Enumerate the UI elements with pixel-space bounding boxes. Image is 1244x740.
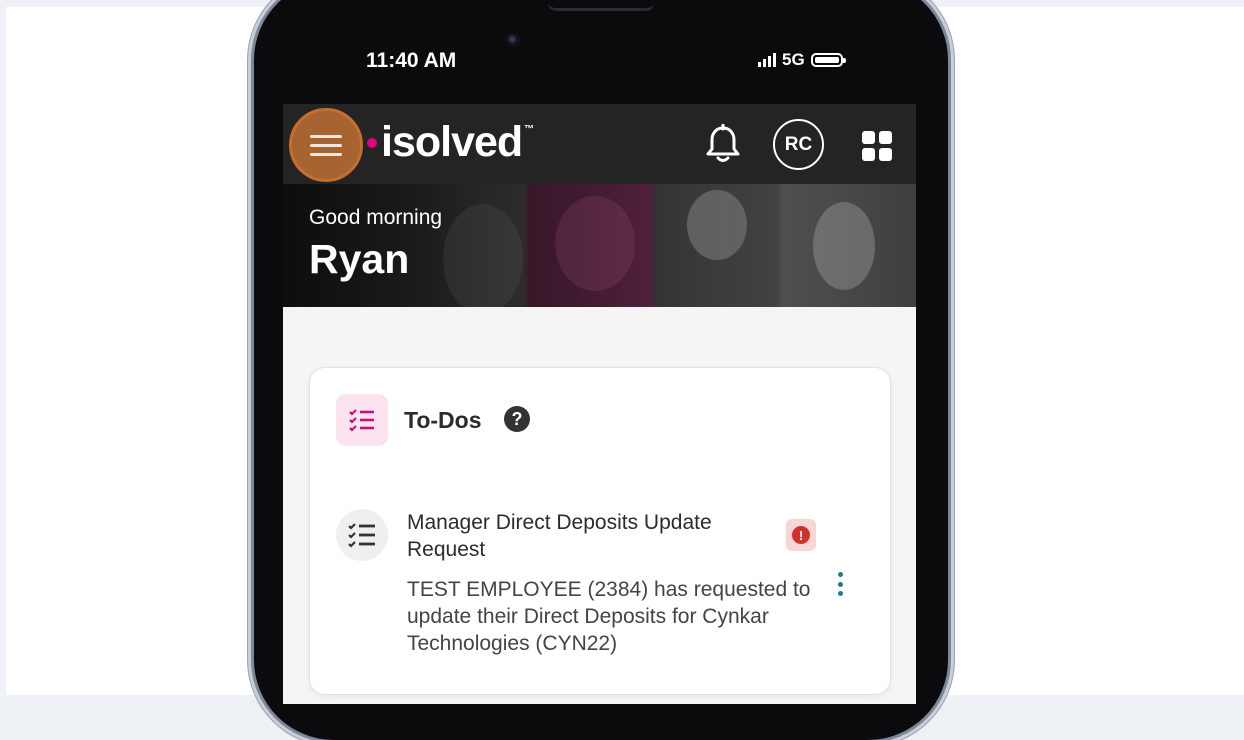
greeting-banner: Good morning Ryan — [283, 184, 916, 307]
apps-grid-icon — [862, 131, 875, 144]
battery-icon — [810, 53, 846, 67]
phone-speaker — [548, 0, 654, 11]
todo-item-icon — [336, 509, 388, 561]
trademark-icon: ™ — [524, 124, 534, 135]
status-indicators: 5G — [758, 50, 846, 70]
notifications-button[interactable] — [703, 123, 743, 166]
bell-icon — [706, 123, 740, 162]
logo-dot-icon — [367, 137, 377, 148]
network-label: 5G — [782, 50, 805, 69]
status-time: 11:40 AM — [366, 49, 457, 72]
kebab-menu-icon — [837, 572, 843, 577]
user-name: Ryan — [309, 236, 410, 282]
signal-icon — [758, 53, 776, 67]
todos-card: To-Dos ? Manager Direct Deposits Update … — [309, 367, 891, 695]
avatar-button[interactable]: RC — [773, 119, 824, 170]
checklist-icon — [349, 409, 374, 432]
todo-item-title[interactable]: Manager Direct Deposits Update Request — [407, 509, 767, 563]
logo[interactable]: isolved ™ — [367, 118, 534, 167]
todo-badge — [336, 394, 388, 446]
camera-icon — [506, 33, 520, 47]
app-screen: isolved ™ RC Good morning Ryan To-Dos ? … — [283, 104, 916, 704]
alert-badge: ! — [786, 519, 816, 551]
menu-button[interactable] — [289, 108, 363, 182]
menu-icon — [310, 134, 342, 138]
apps-grid-button[interactable] — [862, 131, 892, 161]
checklist-icon — [348, 523, 375, 548]
todos-title: To-Dos — [404, 407, 482, 433]
app-header: isolved ™ RC — [283, 104, 916, 184]
greeting-text: Good morning — [309, 206, 443, 229]
alert-icon: ! — [792, 526, 810, 544]
todo-item-description: TEST EMPLOYEE (2384) has requested to up… — [407, 578, 811, 655]
help-icon[interactable]: ? — [504, 406, 530, 432]
logo-text: isolved — [381, 118, 523, 166]
more-options-button[interactable] — [834, 572, 846, 596]
